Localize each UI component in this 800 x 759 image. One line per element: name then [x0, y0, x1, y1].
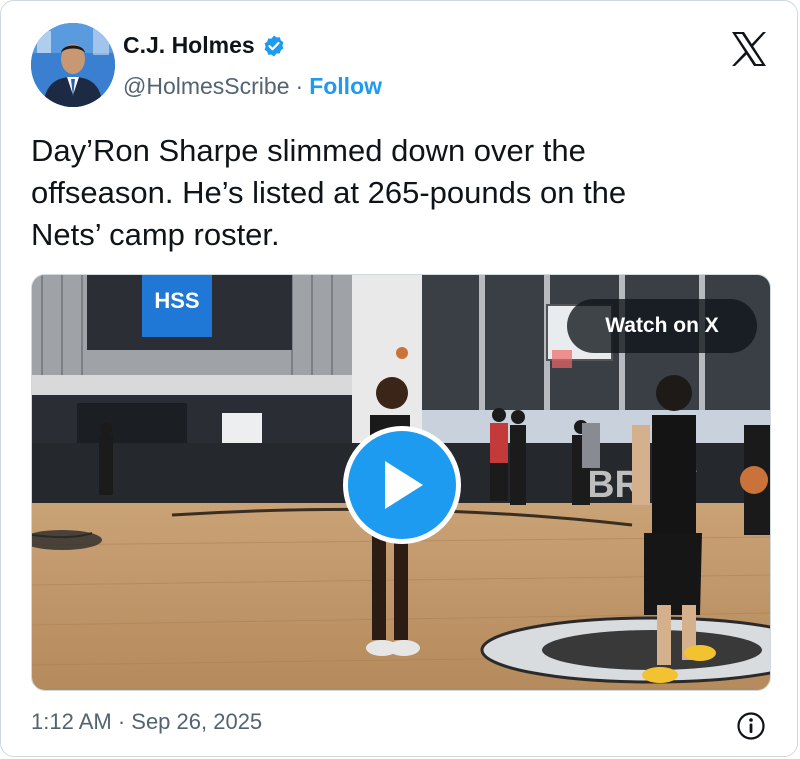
tweet-timestamp[interactable]: 1:12 AM · Sep 26, 2025 [31, 709, 262, 735]
handle-row: @HolmesScribe · Follow [123, 73, 382, 100]
play-button[interactable] [343, 426, 461, 544]
verified-badge-icon [262, 34, 286, 58]
play-icon [385, 461, 423, 509]
hss-sign: HSS [154, 288, 199, 313]
avatar[interactable] [31, 23, 115, 107]
tweet-text: Day’Ron Sharpe slimmed down over the off… [31, 133, 627, 252]
avatar-image [31, 23, 115, 107]
author-handle[interactable]: @HolmesScribe [123, 73, 290, 100]
author-name[interactable]: C.J. Holmes [123, 32, 255, 59]
watch-on-x-button[interactable]: Watch on X [567, 299, 757, 353]
x-logo-icon[interactable] [730, 31, 768, 67]
tweet-card: C.J. Holmes @HolmesScribe · Follow Day’R… [0, 0, 798, 757]
author-name-row: C.J. Holmes [123, 32, 286, 59]
info-icon[interactable] [736, 711, 766, 741]
separator: · [295, 73, 304, 99]
follow-button[interactable]: Follow [309, 73, 382, 100]
video-player[interactable]: HSS BR LY [31, 274, 771, 691]
